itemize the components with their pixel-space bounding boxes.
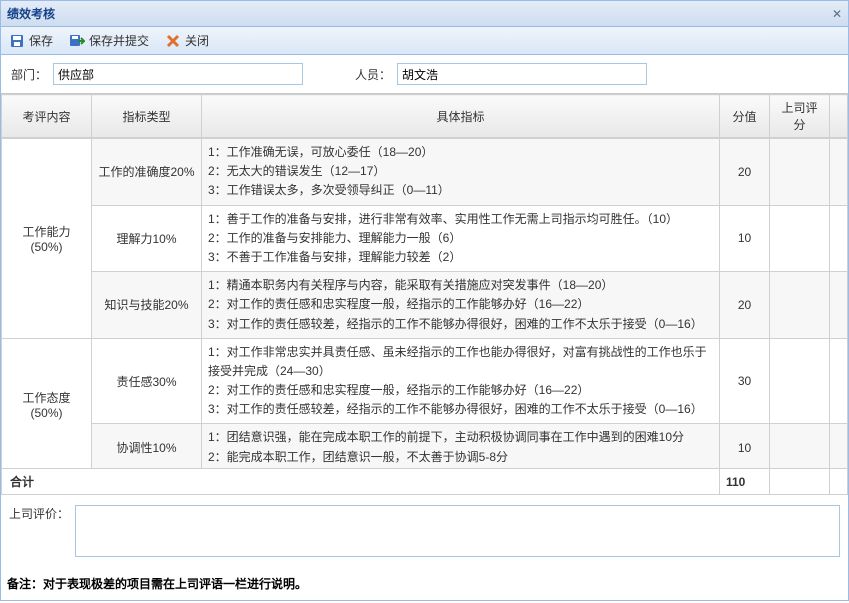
th-score[interactable]: 分值 [720, 95, 770, 138]
detail-cell: 1：工作准确无误，可放心委任（18—20）2：无太大的错误发生（12—17）3：… [202, 139, 720, 206]
window: 绩效考核 ✕ 保存 保存并提交 关闭 部门： 人员： 考评 [0, 0, 849, 601]
save-submit-label: 保存并提交 [89, 32, 149, 49]
th-mgr-score[interactable]: 上司评分 [770, 95, 830, 138]
assessment-table: 考评内容 指标类型 具体指标 分值 上司评分 [1, 94, 848, 138]
mgr-score-cell[interactable] [770, 272, 830, 339]
close-icon[interactable]: ✕ [832, 7, 842, 21]
grid: 考评内容 指标类型 具体指标 分值 上司评分 工作能力(50%)工作的准确度20… [1, 93, 848, 495]
total-mgr [770, 469, 830, 495]
save-submit-button[interactable]: 保存并提交 [69, 32, 149, 49]
toolbar: 保存 保存并提交 关闭 [1, 27, 848, 55]
type-cell: 协调性10% [92, 424, 202, 468]
table-row[interactable]: 知识与技能20%1：精通本职务内有关程序与内容，能采取有关措施应对突发事件（18… [2, 272, 848, 339]
window-title: 绩效考核 [7, 5, 55, 22]
mgr-score-cell[interactable] [770, 205, 830, 272]
form-row: 部门： 人员： [1, 55, 848, 93]
th-category[interactable]: 考评内容 [2, 95, 92, 138]
type-cell: 责任感30% [92, 338, 202, 424]
close-button[interactable]: 关闭 [165, 32, 209, 49]
titlebar: 绩效考核 ✕ [1, 1, 848, 27]
dept-label: 部门： [11, 66, 47, 83]
close-label: 关闭 [185, 32, 209, 49]
close-button-icon [165, 33, 181, 49]
save-button[interactable]: 保存 [9, 32, 53, 49]
total-value: 110 [720, 469, 770, 495]
mgr-score-cell[interactable] [770, 338, 830, 424]
detail-cell: 1：精通本职务内有关程序与内容，能采取有关措施应对突发事件（18—20）2：对工… [202, 272, 720, 339]
detail-cell: 1：团结意识强，能在完成本职工作的前提下，主动积极协调同事在工作中遇到的困难10… [202, 424, 720, 468]
table-row[interactable]: 协调性10%1：团结意识强，能在完成本职工作的前提下，主动积极协调同事在工作中遇… [2, 424, 848, 468]
grid-body: 工作能力(50%)工作的准确度20%1：工作准确无误，可放心委任（18—20）2… [1, 138, 848, 468]
dept-input[interactable] [53, 63, 303, 85]
total-row: 合计 110 [2, 469, 848, 495]
comment-area: 上司评价： [1, 495, 848, 567]
th-type[interactable]: 指标类型 [92, 95, 202, 138]
score-cell: 20 [720, 139, 770, 206]
person-label: 人员： [355, 66, 391, 83]
detail-cell: 1：对工作非常忠实并具责任感、虽未经指示的工作也能办得很好，对富有挑战性的工作也… [202, 338, 720, 424]
type-cell: 理解力10% [92, 205, 202, 272]
score-cell: 20 [720, 272, 770, 339]
comment-label: 上司评价： [9, 505, 69, 522]
table-row[interactable]: 理解力10%1：善于工作的准备与安排，进行非常有效率、实用性工作无需上司指示均可… [2, 205, 848, 272]
category-cell: 工作态度(50%) [2, 338, 92, 468]
comment-textarea[interactable] [75, 505, 840, 557]
table-row[interactable]: 工作能力(50%)工作的准确度20%1：工作准确无误，可放心委任（18—20）2… [2, 139, 848, 206]
note-text: 备注：对于表现极差的项目需在上司评语一栏进行说明。 [1, 567, 848, 600]
th-detail[interactable]: 具体指标 [202, 95, 720, 138]
table-row[interactable]: 工作态度(50%)责任感30%1：对工作非常忠实并具责任感、虽未经指示的工作也能… [2, 338, 848, 424]
score-cell: 10 [720, 424, 770, 468]
type-cell: 知识与技能20% [92, 272, 202, 339]
save-submit-icon [69, 33, 85, 49]
score-cell: 30 [720, 338, 770, 424]
save-label: 保存 [29, 32, 53, 49]
mgr-score-cell[interactable] [770, 424, 830, 468]
th-end [830, 95, 848, 138]
category-cell: 工作能力(50%) [2, 139, 92, 339]
person-input[interactable] [397, 63, 647, 85]
type-cell: 工作的准确度20% [92, 139, 202, 206]
save-icon [9, 33, 25, 49]
total-label: 合计 [2, 469, 720, 495]
mgr-score-cell[interactable] [770, 139, 830, 206]
score-cell: 10 [720, 205, 770, 272]
detail-cell: 1：善于工作的准备与安排，进行非常有效率、实用性工作无需上司指示均可胜任。（10… [202, 205, 720, 272]
